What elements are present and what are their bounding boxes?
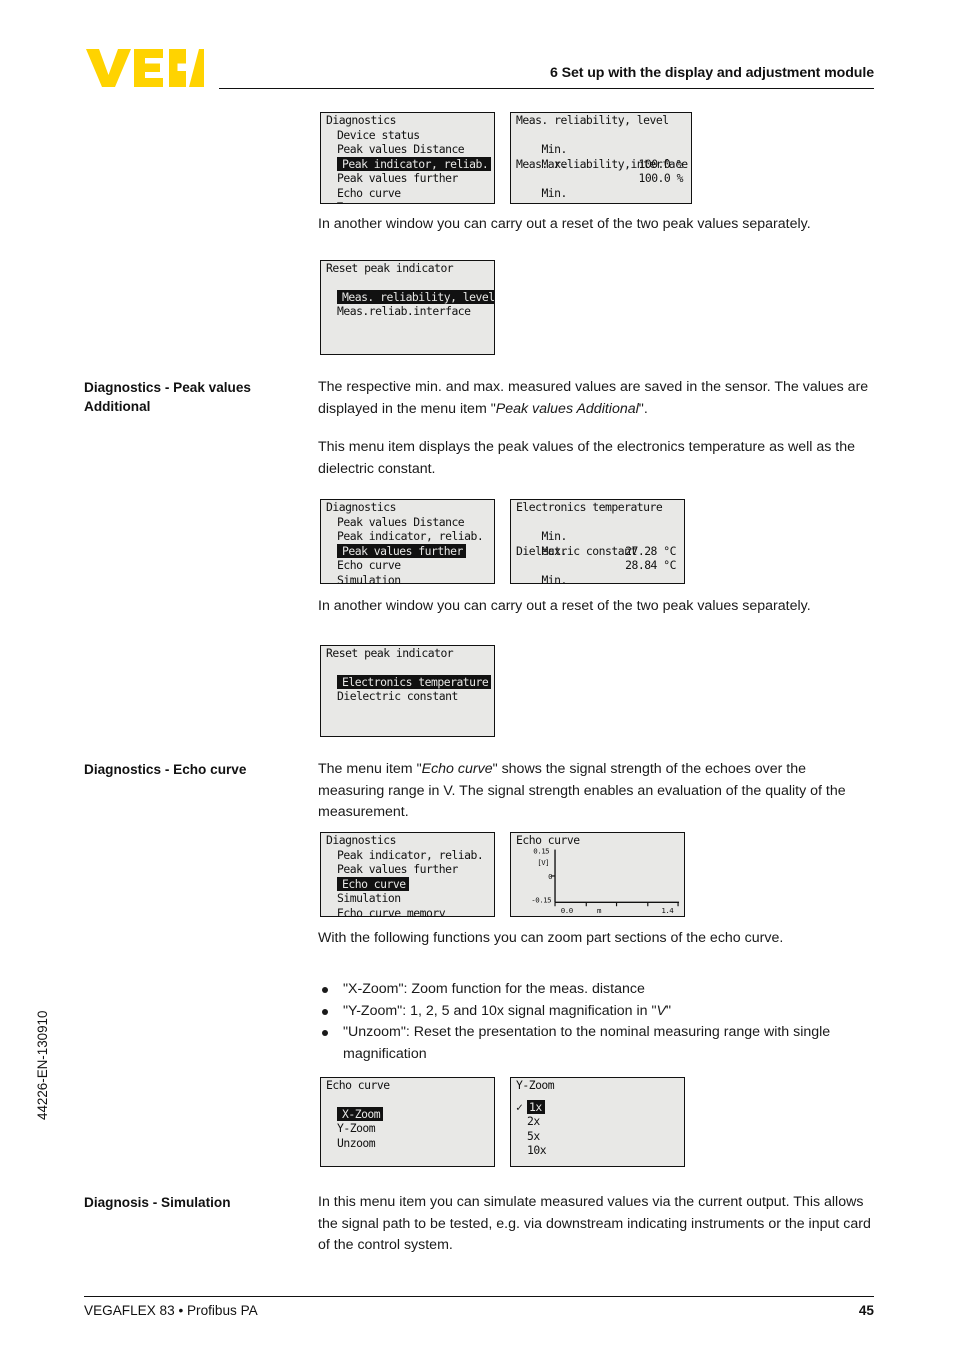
menu-item-simulation[interactable]: Simulation [321,891,494,906]
menu-item-peak-values-distance[interactable]: Peak values Distance [321,142,494,157]
zoom-intro-text: With the following functions you can zoo… [318,930,784,946]
menu-item-simulation[interactable]: Simulation [321,573,494,583]
x-axis-left-label: 0.0 [561,906,573,915]
reset-option-electronics-temperature[interactable]: Electronics temperature [337,674,492,690]
list-item: "Unzoom": Reset the presentation to the … [318,1022,878,1065]
y-zoom-option-10x[interactable]: 10x [511,1143,684,1158]
lcd-reset-peak-indicator-1[interactable]: Reset peak indicator Meas. reliability, … [320,260,495,355]
lcd-heading-dielectric-constant: Dielectric constant [516,543,637,558]
menu-item-x-zoom[interactable]: X-Zoom [337,1106,384,1122]
row-max-level: Max. 100.0 % [511,142,691,186]
row-max-interface: Max. -999.9 % [511,186,691,203]
menu-item-echo-curve[interactable]: Echo curve [321,186,494,201]
lcd-diagnostics-menu-3[interactable]: Diagnostics Peak indicator, reliab. Peak… [320,832,495,917]
reset-note-1: In another window you can carry out a re… [318,216,811,232]
section-label-simulation: Diagnosis - Simulation [84,1195,231,1210]
x-axis-unit-label: m [597,906,602,915]
check-icon: ✓ [516,1099,523,1114]
section-body-echo-curve: The menu item "Echo curve" shows the sig… [318,759,874,824]
menu-item-device-status[interactable]: Device status [321,128,494,143]
reset-option-meas-reliability-level[interactable]: Meas. reliability, level [337,289,494,305]
lcd-title: Diagnostics [326,500,396,514]
lcd-y-zoom-menu[interactable]: Y-Zoom ✓ 1x 2x 5x 10x [510,1077,685,1167]
y-zoom-option-1x[interactable]: 1x [527,1099,545,1115]
lcd-reset-peak-indicator-2[interactable]: Reset peak indicator Electronics tempera… [320,645,495,737]
lcd-meas-reliability: Meas. reliability, level Min. 100.0 % Ma… [510,112,692,204]
footer-divider [84,1296,874,1298]
document-number: 44226-EN-130910 [35,1010,50,1120]
zoom-functions-list: "X-Zoom": Zoom function for the meas. di… [318,979,878,1065]
menu-item-peak-indicator-reliab[interactable]: Peak indicator, reliab. [337,156,492,172]
menu-item-y-zoom[interactable]: Y-Zoom [321,1121,494,1136]
menu-item-echo-curve-memory[interactable]: Echo curve memory [321,906,494,916]
menu-item-peak-indicator-reliab[interactable]: Peak indicator, reliab. [321,848,494,863]
lcd-title: Echo curve [326,1078,390,1092]
lcd-title: Y-Zoom [516,1078,555,1092]
lcd-heading-meas-reliability-level: Meas. reliability, level [516,113,669,127]
header-divider [219,88,874,90]
footer-product-name: VEGAFLEX 83 • Profibus PA [84,1303,258,1318]
reset-option-dielectric-constant[interactable]: Dielectric constant [321,689,494,704]
menu-item-unzoom[interactable]: Unzoom [321,1136,494,1151]
lcd-title: Reset peak indicator [326,261,454,275]
menu-item-echo-curve[interactable]: Echo curve [321,558,494,573]
lcd-echo-curve-zoom-menu[interactable]: Echo curve X-Zoom Y-Zoom Unzoom [320,1077,495,1167]
menu-item-peak-indicator-reliab[interactable]: Peak indicator, reliab. [321,529,494,544]
lcd-heading-meas-reliability-interface: Meas. reliability,interface [516,156,688,171]
lcd-title: Diagnostics [326,113,396,127]
lcd-echo-curve-plot: Echo curve 0.15 [V] 0 -0.15 0.0 m 1.4 [510,832,685,917]
paragraph-echo-curve: The menu item "Echo curve" shows the sig… [318,761,846,821]
section-body-peak-values-additional: The respective min. and max. measured va… [318,377,874,480]
menu-item-peak-values-further[interactable]: Peak values further [321,862,494,877]
row-min-temperature: Min. 27.28 °C [511,515,684,558]
y-axis-bottom-label: -0.15 [531,895,551,904]
menu-item-peak-values-further[interactable]: Peak values further [321,171,494,186]
y-zoom-option-1x-row[interactable]: ✓ 1x [511,1099,684,1115]
menu-item-peak-values-further[interactable]: Peak values further [337,543,466,559]
row-max-temperature: Max. 28.84 °C [511,529,684,573]
paragraph-peak-values-display: This menu item displays the peak values … [318,439,856,477]
section-label-peak-values-additional: Diagnostics - Peak values Additional [84,380,251,414]
chapter-title: 6 Set up with the display and adjustment… [549,65,874,81]
lcd-title: Diagnostics [326,833,396,847]
y-axis-unit-label: [V] [537,858,549,867]
y-zoom-option-2x[interactable]: 2x [511,1114,684,1129]
y-axis-mid-label: 0 [548,872,552,881]
row-min-dielectric: Min. 1.00 [511,558,684,583]
section-label-echo-curve: Diagnostics - Echo curve [84,762,247,777]
row-value: 999.9 [638,201,670,203]
reset-note-2: In another window you can carry out a re… [318,598,811,614]
echo-curve-chart: 0.15 [V] 0 -0.15 0.0 m 1.4 [531,847,680,915]
lcd-heading-electronics-temperature: Electronics temperature [516,500,663,514]
paragraph-peak-values-saved: The respective min. and max. measured va… [318,379,869,417]
lcd-diagnostics-menu-2[interactable]: Diagnostics Peak values Distance Peak in… [320,499,495,584]
x-axis-right-label: 1.4 [661,906,674,915]
list-item: "X-Zoom": Zoom function for the meas. di… [318,979,878,1001]
section-body-simulation: In this menu item you can simulate measu… [318,1192,874,1257]
reset-option-meas-reliab-interface[interactable]: Meas.reliab.interface [321,304,494,319]
scroll-down-arrow-icon[interactable]: ▼ [321,200,494,203]
vega-logo [86,49,204,87]
row-max-dielectric: Max. 1.00 [511,573,684,583]
row-unit: % [677,201,684,203]
lcd-diagnostics-menu-1[interactable]: Diagnostics Device status Peak values Di… [320,112,495,204]
paragraph-simulation: In this menu item you can simulate measu… [318,1194,871,1254]
list-item: "Y-Zoom": 1, 2, 5 and 10x signal magnifi… [318,1001,878,1023]
menu-item-echo-curve[interactable]: Echo curve [337,876,409,892]
row-label: Max. [541,201,567,203]
row-min-level: Min. 100.0 % [511,128,691,171]
footer-page-number: 45 [858,1303,874,1318]
menu-item-peak-values-distance[interactable]: Peak values Distance [321,515,494,530]
page-header: 6 Set up with the display and adjustment… [0,0,954,95]
lcd-electronics-temperature: Electronics temperature Min. 27.28 °C Ma… [510,499,685,584]
row-min-interface: Min. 999.9 % [511,171,691,203]
lcd-title: Reset peak indicator [326,646,454,660]
y-axis-top-label: 0.15 [533,847,549,856]
y-zoom-option-5x[interactable]: 5x [511,1129,684,1144]
